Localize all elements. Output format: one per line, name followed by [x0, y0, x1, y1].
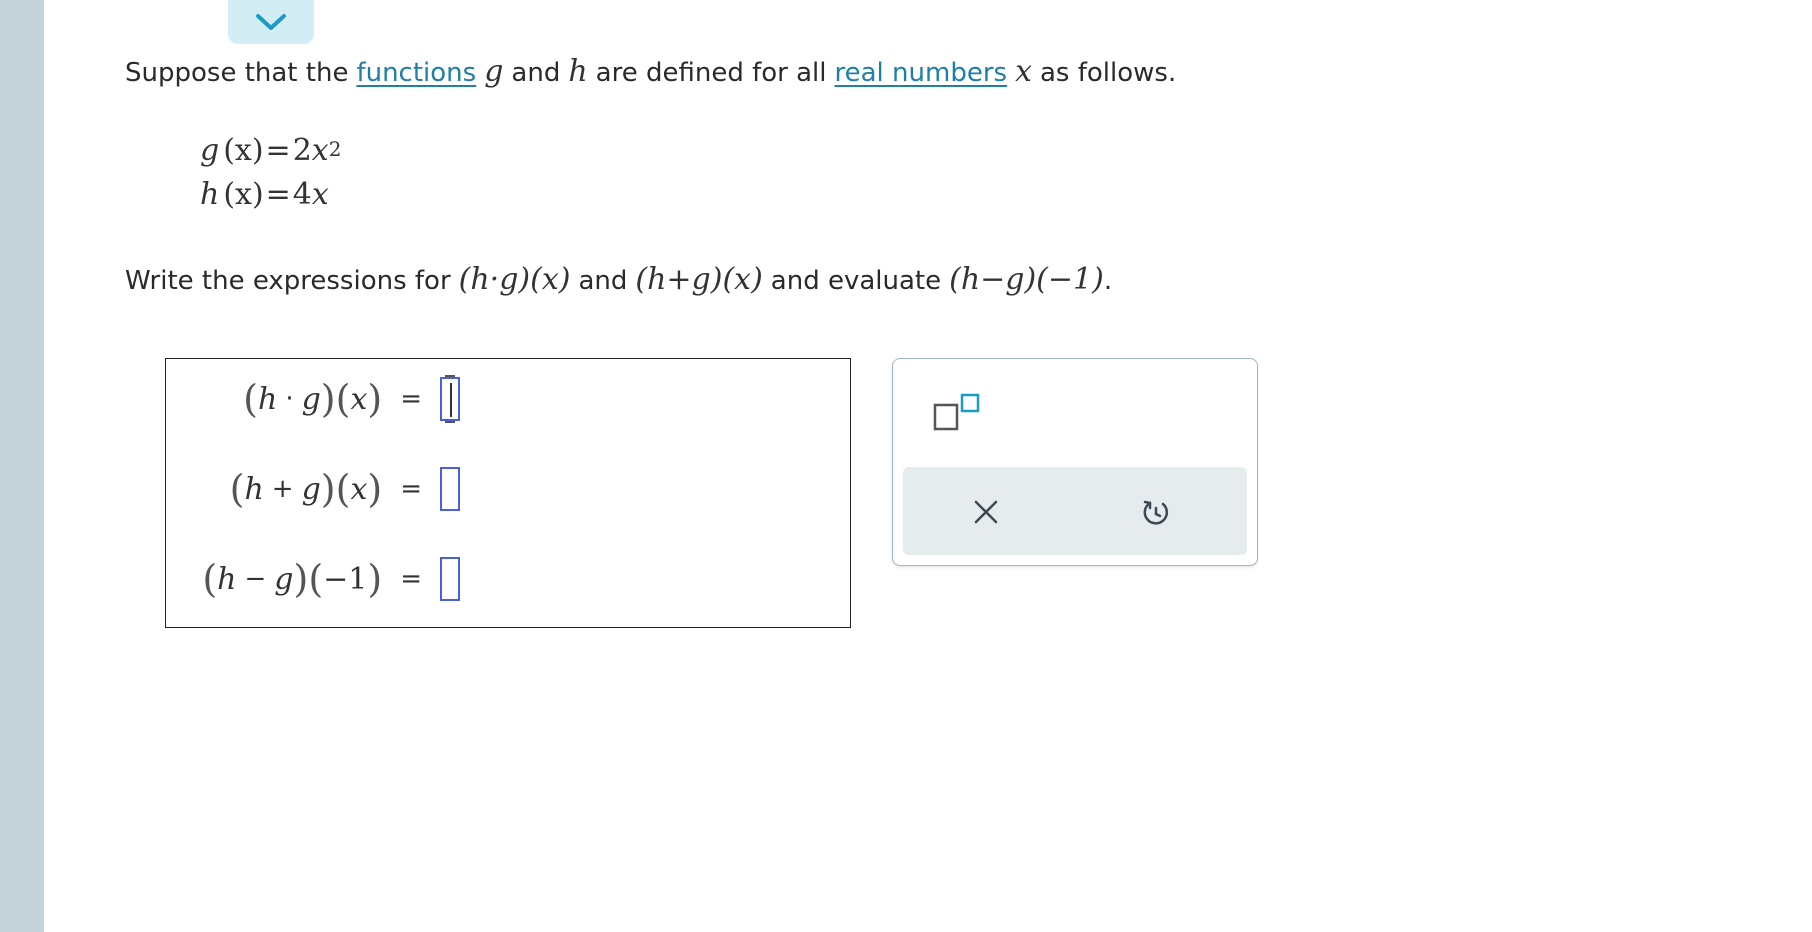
- tool-action-bar: [903, 467, 1247, 555]
- var-h: h: [568, 54, 588, 89]
- exponent-template-icon: [933, 393, 980, 431]
- close-paren: ): [367, 557, 383, 601]
- instruction-text-3: and evaluate: [770, 266, 942, 296]
- close-paren: ): [293, 557, 309, 601]
- open-paren: (: [229, 467, 245, 511]
- answer-arg: −1: [323, 561, 368, 597]
- expr-sum: (h+g)(x): [635, 262, 763, 297]
- functions-link[interactable]: functions: [356, 58, 476, 88]
- answer-row-product: ( h · g ) ( x ) =: [243, 375, 460, 423]
- answer-h: h: [217, 561, 237, 597]
- equals-sign: =: [400, 564, 422, 594]
- intro-text-1: Suppose that the: [125, 58, 349, 88]
- text-caret: [450, 383, 452, 417]
- product-answer-input[interactable]: [440, 375, 460, 423]
- close-icon: [974, 500, 998, 524]
- function-definitions: g (x) = 2 x 2 h (x) = 4 x: [200, 130, 341, 216]
- intro-text-3: are defined for all: [595, 58, 827, 88]
- left-rail: [0, 0, 44, 932]
- answer-g: g: [274, 561, 294, 597]
- h-definition: h (x) = 4 x: [200, 174, 341, 216]
- answer-row-difference: ( h − g ) ( −1 ) =: [202, 557, 460, 601]
- g-definition: g (x) = 2 x 2: [200, 130, 341, 174]
- open-paren: (: [202, 557, 218, 601]
- g-var: x: [311, 133, 329, 168]
- instruction-text-2: and: [578, 266, 628, 296]
- open-paren: (: [243, 377, 258, 421]
- open-paren: (: [335, 377, 351, 421]
- expr-product: (h·g)(x): [458, 262, 571, 297]
- open-paren: (: [335, 467, 351, 511]
- intro-text-2: and: [511, 58, 561, 88]
- sum-answer-input[interactable]: [440, 467, 460, 511]
- difference-answer-input[interactable]: [440, 557, 460, 601]
- answer-h: h: [257, 381, 278, 417]
- answer-op: ·: [285, 384, 294, 414]
- h-var: x: [311, 177, 329, 212]
- answer-g: g: [301, 471, 321, 507]
- answer-row-sum: ( h + g ) ( x ) =: [230, 467, 460, 511]
- equals-sign: =: [400, 474, 422, 504]
- g-coef: 2: [292, 133, 312, 168]
- exponent-button[interactable]: [931, 389, 991, 439]
- close-paren: ): [367, 377, 383, 421]
- g-eq: =: [265, 133, 291, 168]
- var-x: x: [1015, 54, 1032, 89]
- answer-op: +: [271, 474, 294, 504]
- undo-button[interactable]: [1135, 491, 1177, 533]
- answer-g: g: [301, 381, 321, 417]
- g-arg: (x): [223, 133, 264, 168]
- g-exponent: 2: [328, 137, 342, 161]
- math-tool-panel: [892, 358, 1258, 566]
- undo-icon: [1143, 500, 1169, 525]
- equals-sign: =: [400, 384, 422, 414]
- instruction-text: Write the expressions for (h·g)(x) and (…: [125, 262, 1112, 297]
- instruction-text-1: Write the expressions for: [125, 266, 451, 296]
- answer-h: h: [244, 471, 264, 507]
- clear-button[interactable]: [965, 491, 1007, 533]
- answer-arg: x: [350, 381, 368, 417]
- open-paren: (: [308, 557, 324, 601]
- h-eq: =: [265, 177, 291, 212]
- g-lhs: g: [200, 133, 220, 168]
- h-arg: (x): [223, 177, 264, 212]
- close-paren: ): [320, 467, 336, 511]
- chevron-down-icon: [256, 14, 286, 30]
- var-g: g: [484, 54, 504, 89]
- intro-text-4: as follows.: [1039, 58, 1177, 88]
- h-coef: 4: [292, 177, 312, 212]
- expr-difference: (h−g)(−1): [949, 262, 1104, 297]
- intro-text: Suppose that the functions g and h are d…: [125, 54, 1176, 89]
- answer-box: ( h · g ) ( x ) = ( h + g ) ( x ) = ( h …: [165, 358, 851, 628]
- answer-op: −: [244, 564, 267, 594]
- close-paren: ): [367, 467, 383, 511]
- instruction-text-4: .: [1103, 266, 1113, 296]
- close-paren: ): [320, 377, 336, 421]
- answer-arg: x: [350, 471, 368, 507]
- collapse-toggle-button[interactable]: [228, 0, 314, 44]
- h-lhs: h: [200, 177, 220, 212]
- real-numbers-link[interactable]: real numbers: [835, 58, 1008, 88]
